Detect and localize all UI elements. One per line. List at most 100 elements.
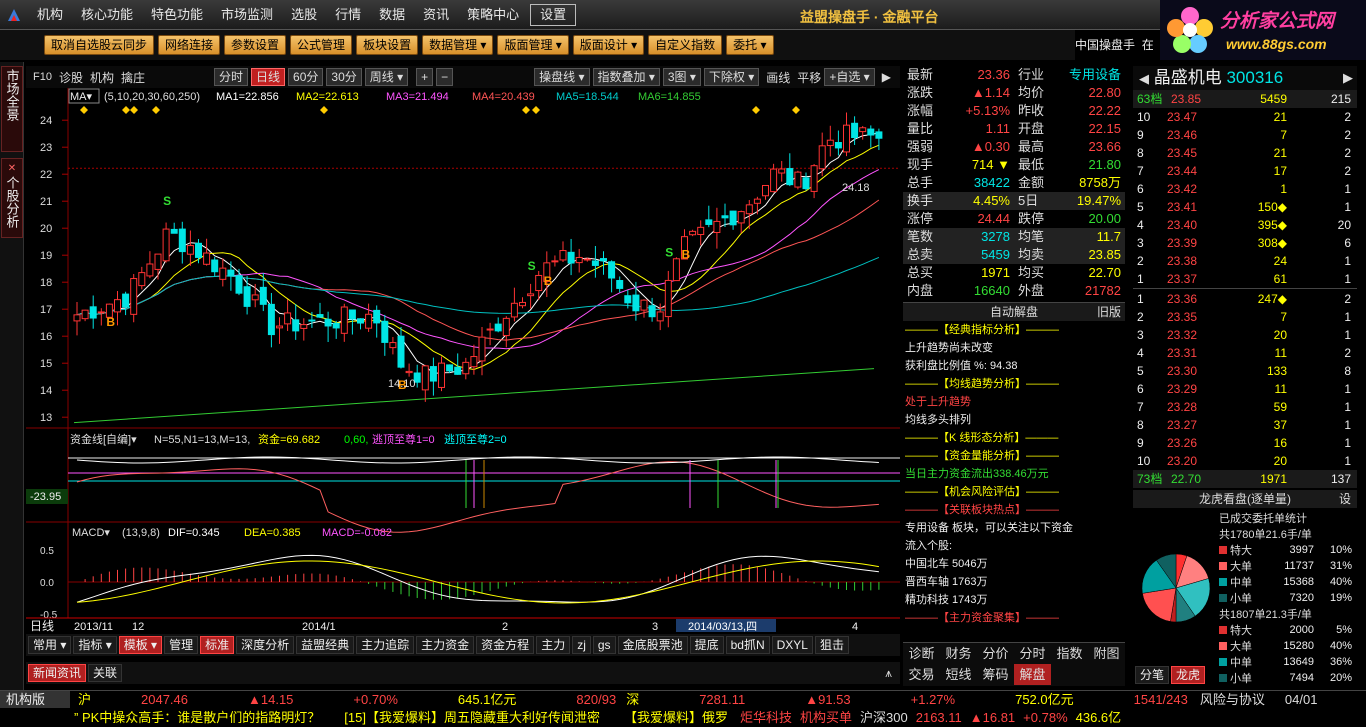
tab-index[interactable]: 指数 [1051,643,1088,664]
layout-mgmt-button[interactable]: 版面管理 ▾ [497,35,569,55]
tab-related[interactable]: 关联 [88,664,123,682]
tab-standard[interactable]: 标准 [200,636,235,654]
risk-link[interactable]: 风险与协议 [1200,691,1265,709]
tab-manage[interactable]: 管理 [164,636,199,654]
old-version-tab[interactable]: 旧版 [1097,303,1121,321]
tab-subchart[interactable]: 附图 [1088,643,1125,664]
tab-gs[interactable]: gs [592,636,616,654]
menu-strategy[interactable]: 策略中心 [458,0,528,30]
sz-name[interactable]: 深 [626,691,639,709]
layout-design-button[interactable]: 版面设计 ▾ [572,35,645,55]
candle-body [672,258,680,282]
zoom-in-button[interactable]: + [416,68,434,86]
pan-button[interactable]: 平移 [797,69,821,86]
news-5[interactable]: 机构买单 [800,708,852,727]
menu-quote[interactable]: 行情 [326,0,370,30]
menu-core[interactable]: 核心功能 [72,0,142,30]
auto-line: 专用设备 板块，可以关注以下资金 [905,522,1074,534]
three-chart-button[interactable]: 3图 ▾ [662,68,701,86]
tab-shortline[interactable]: 短线 [940,664,977,685]
tab-gold-pool[interactable]: 金底股票池 [617,636,688,654]
network-button[interactable]: 网络连接 [158,35,221,55]
macd-name[interactable]: MACD▾ [72,527,110,539]
tab-classic[interactable]: 益盟经典 [296,636,355,654]
institution-link[interactable]: 机构 [90,69,114,86]
data-mgmt-button[interactable]: 数据管理 ▾ [422,35,494,55]
tab-capital-eq[interactable]: 资金方程 [476,636,535,654]
tab-tidi[interactable]: 提底 [689,636,724,654]
tab-chips[interactable]: 筹码 [977,664,1014,685]
kline-chart[interactable]: BSBSBS B 0.50.0-0.5 242322212019181716151… [26,88,900,633]
edition-label: 机构版 [0,690,70,709]
longhu-settings[interactable]: 设 [1339,490,1351,508]
menu-data[interactable]: 数据 [370,0,414,30]
cancel-cloud-sync-button[interactable]: 取消自选股云同步 [44,35,155,55]
tab-fenbi[interactable]: 分笔 [1135,666,1170,684]
news-2[interactable]: [15]【我爱爆料】周五隐藏重大利好传闻泄密 [344,708,600,727]
tab-stock-analysis[interactable]: ✕ 个股分析 [1,158,23,238]
sh-name[interactable]: 沪 [78,691,91,709]
tab-finance[interactable]: 财务 [940,643,977,664]
period-30m[interactable]: 30分 [326,68,362,86]
news-3[interactable]: 【我爱爆料】俄罗 [624,708,728,727]
add-watchlist-button[interactable]: +自选 ▾ [824,68,875,86]
sector-button[interactable]: 板块设置 [356,35,419,55]
collapse-icon[interactable]: ⩚ [885,666,892,681]
tab-market-overview[interactable]: 市场全景 [1,66,23,152]
ind1-name[interactable]: 资金线[自编]▾ [70,432,137,446]
menu-jigou[interactable]: 机构 [28,0,72,30]
custom-index-button[interactable]: 自定义指数 [648,35,723,55]
prev-arrow-icon[interactable]: ◀ [1139,71,1149,86]
diagnose-link[interactable]: 诊股 [59,69,83,86]
next-stock-arrow-icon[interactable]: ▶ [1343,66,1353,90]
tab-deep[interactable]: 深度分析 [236,636,295,654]
period-60m[interactable]: 60分 [288,68,324,86]
tab-sniper[interactable]: 狙击 [814,636,849,654]
formula-button[interactable]: 公式管理 [290,35,353,55]
tab-main-track[interactable]: 主力追踪 [356,636,415,654]
order-button[interactable]: 委托 ▾ [726,35,774,55]
tab-jiepan[interactable]: 解盘 [1014,664,1051,685]
ma-legend-name[interactable]: MA▾ [70,91,93,103]
zoom-out-button[interactable]: − [436,68,454,86]
tab-news[interactable]: 新闻资讯 [28,664,87,682]
order-cell: 1 [1344,200,1351,214]
next-arrow-icon[interactable]: ▶ [882,70,891,84]
date-axis-label[interactable]: 日线 [30,619,54,633]
tab-zj[interactable]: zj [572,636,591,654]
period-minute[interactable]: 分时 [214,68,249,86]
menu-settings[interactable]: 设置 [530,3,577,26]
close-icon[interactable]: ✕ [2,161,22,176]
index-overlay-button[interactable]: 指数叠加 ▾ [592,68,660,86]
candle-body [535,274,543,292]
broker-name[interactable]: 中国操盘手 [1075,30,1135,60]
menu-news[interactable]: 资讯 [414,0,458,30]
tab-trade[interactable]: 交易 [903,664,940,685]
tab-bd[interactable]: bd抓N [725,636,770,654]
operator-line-button[interactable]: 操盘线 ▾ [534,68,590,86]
period-weekly[interactable]: 周线 ▾ [364,68,409,86]
tab-template[interactable]: 模板 ▾ [118,636,163,654]
app-icon[interactable] [0,0,28,30]
hs300-pct: +0.78% [1023,710,1068,725]
tab-indicator[interactable]: 指标 ▾ [73,636,117,654]
tab-price-dist[interactable]: 分价 [977,643,1014,664]
draw-line-button[interactable]: 画线 [766,69,790,86]
tab-longhu[interactable]: 龙虎 [1171,666,1206,684]
menu-feature[interactable]: 特色功能 [142,0,212,30]
news-4[interactable]: 炬华科技 [740,708,792,727]
menu-monitor[interactable]: 市场监测 [212,0,282,30]
menu-select-stock[interactable]: 选股 [282,0,326,30]
news-1[interactable]: ” PK中操众高手：谁是散户们的指路明灯？ [74,708,320,727]
qinzhuang-link[interactable]: 擒庄 [121,69,145,86]
tab-main-capital[interactable]: 主力资金 [416,636,475,654]
params-button[interactable]: 参数设置 [224,35,287,55]
f10-link[interactable]: F10 [33,71,52,83]
tab-common[interactable]: 常用 ▾ [28,636,72,654]
tab-timeshare[interactable]: 分时 [1014,643,1051,664]
tab-dxyl[interactable]: DXYL [771,636,813,654]
period-daily[interactable]: 日线 [251,68,286,86]
ex-rights-button[interactable]: 下除权 ▾ [703,68,760,86]
tab-diagnose[interactable]: 诊断 [903,643,940,664]
tab-main[interactable]: 主力 [536,636,571,654]
